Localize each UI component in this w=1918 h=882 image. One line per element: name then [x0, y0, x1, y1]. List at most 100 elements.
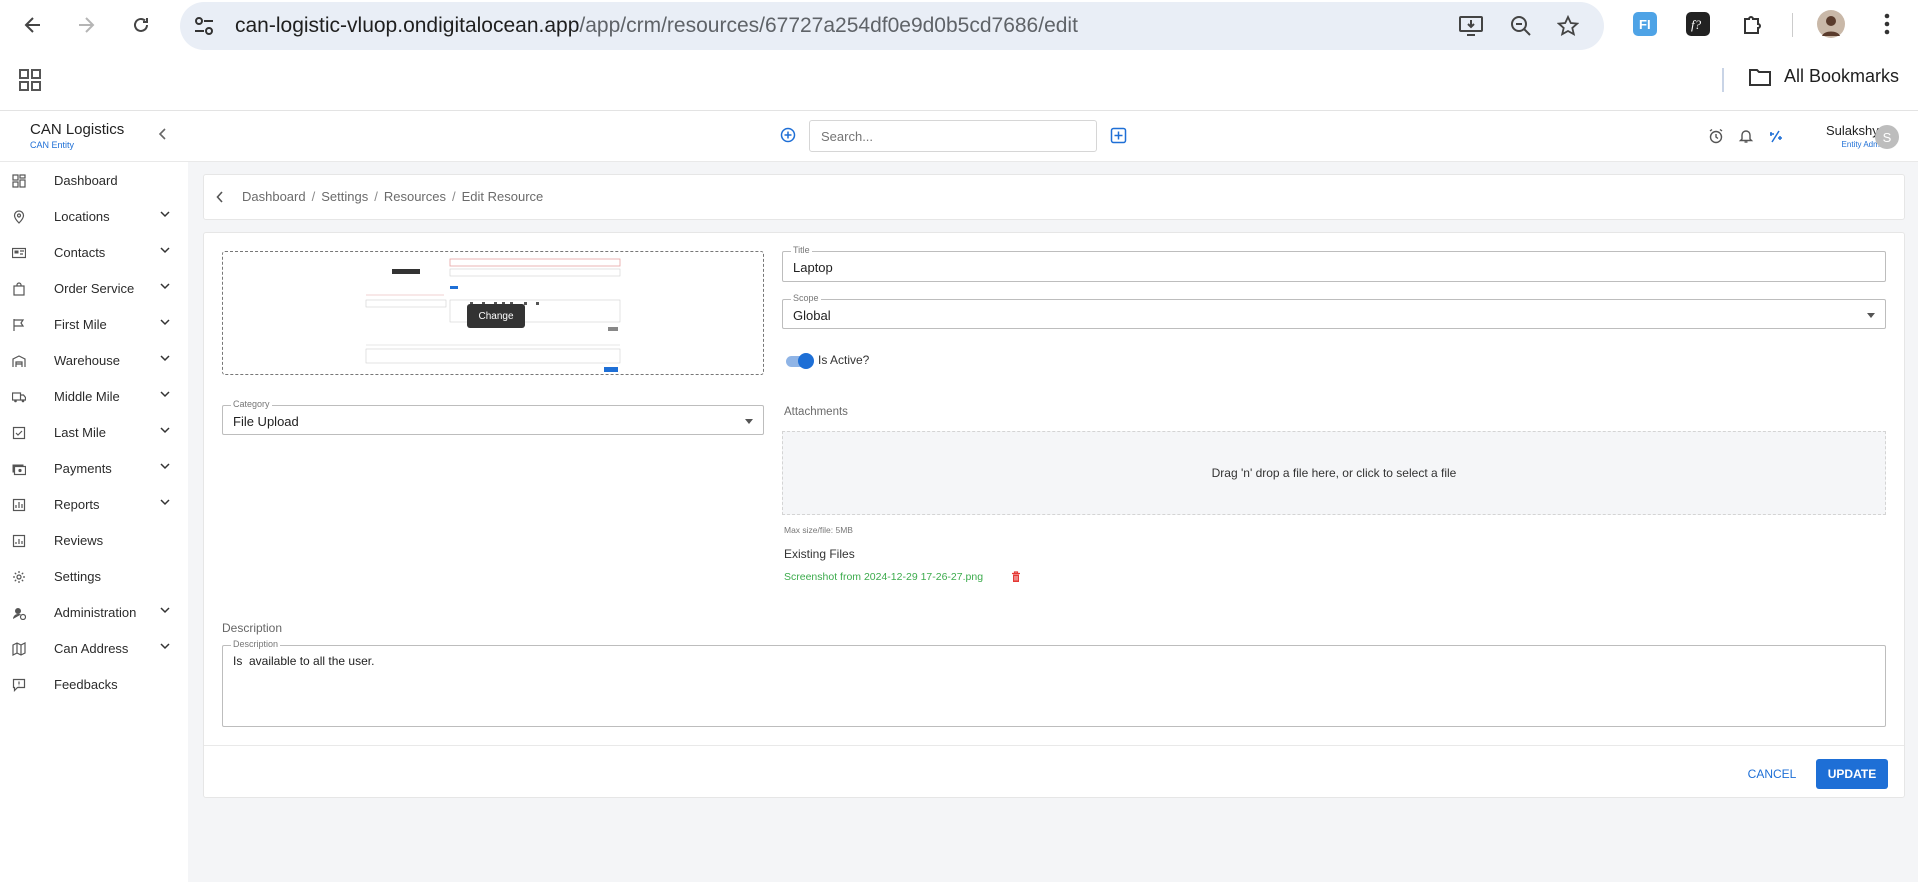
- apps-grid-icon[interactable]: [18, 68, 42, 97]
- feedback-icon: [12, 678, 26, 692]
- category-select[interactable]: Category File Upload: [222, 399, 764, 435]
- shopping-bag-icon: [13, 282, 25, 296]
- sidebar-item-middle-mile[interactable]: Middle Mile: [0, 378, 188, 414]
- checklist-icon: [12, 426, 26, 440]
- sidebar-item-dashboard[interactable]: Dashboard: [0, 162, 188, 198]
- sidebar-item-label: Locations: [54, 208, 110, 224]
- map-icon: [12, 642, 26, 656]
- scope-value: Global: [793, 308, 831, 323]
- payments-icon: [12, 464, 26, 476]
- forward-button[interactable]: [70, 10, 102, 40]
- edit-resource-form: Change Category File Upload Title Laptop…: [203, 232, 1905, 798]
- sidebar-item-last-mile[interactable]: Last Mile: [0, 414, 188, 450]
- delete-file-button[interactable]: [1011, 570, 1021, 588]
- scope-label: Scope: [791, 293, 821, 304]
- brand-name: CAN Logistics: [30, 121, 125, 138]
- image-upload-area[interactable]: Change: [222, 251, 764, 375]
- breadcrumb-resources[interactable]: Resources: [384, 189, 446, 204]
- caret-down-icon: [745, 419, 753, 424]
- description-textarea[interactable]: Description Is available to all the user…: [222, 639, 1886, 727]
- breadcrumb-separator: /: [311, 189, 316, 204]
- breadcrumb-settings[interactable]: Settings: [321, 189, 368, 204]
- alarm-clock-icon: [1709, 128, 1723, 144]
- title-value: Laptop: [793, 260, 833, 275]
- sidebar-item-warehouse[interactable]: Warehouse: [0, 342, 188, 378]
- existing-file-link[interactable]: Screenshot from 2024-12-29 17-26-27.png: [784, 571, 983, 583]
- cancel-button[interactable]: CANCEL: [1742, 759, 1802, 789]
- sidebar-item-label: Can Address: [54, 640, 129, 656]
- sidebar-item-label: Order Service: [54, 280, 135, 296]
- sidebar-item-order-service[interactable]: Order Service: [0, 270, 188, 306]
- sidebar-item-feedbacks[interactable]: Feedbacks: [0, 666, 188, 702]
- reload-button[interactable]: [125, 10, 157, 40]
- title-field[interactable]: Title Laptop: [782, 245, 1886, 282]
- collapse-sidebar-button[interactable]: [158, 127, 168, 143]
- alarm-button[interactable]: [1708, 128, 1724, 149]
- sidebar-item-label: Payments: [54, 460, 112, 476]
- sidebar-item-locations[interactable]: Locations: [0, 198, 188, 234]
- bookmark-star-icon[interactable]: [1555, 13, 1581, 39]
- title-label: Title: [791, 245, 812, 256]
- sidebar-item-label: Contacts: [54, 244, 106, 260]
- change-image-button[interactable]: Change: [467, 304, 525, 328]
- avatar[interactable]: S: [1875, 125, 1899, 149]
- sidebar: Dashboard Locations Contacts Order Servi…: [0, 162, 188, 882]
- chevron-down-icon: [160, 643, 170, 650]
- quick-create-button[interactable]: [780, 127, 796, 148]
- chevron-down-icon: [160, 607, 170, 614]
- toggle-knob: [798, 353, 814, 369]
- contact-card-icon: [12, 247, 26, 259]
- breadcrumb-dashboard[interactable]: Dashboard: [242, 189, 306, 204]
- description-label: Description: [231, 639, 281, 650]
- reports-icon: [12, 498, 26, 512]
- search-input[interactable]: [809, 120, 1097, 152]
- breadcrumb: Dashboard / Settings / Resources / Edit …: [242, 189, 543, 204]
- is-active-toggle[interactable]: [784, 353, 814, 369]
- theme-toggle-button[interactable]: [1767, 128, 1783, 149]
- sidebar-item-contacts[interactable]: Contacts: [0, 234, 188, 270]
- user-info[interactable]: Sulakshya Entity Admin: [1800, 123, 1886, 149]
- chevron-left-icon: [158, 128, 166, 140]
- gear-icon: [13, 571, 25, 583]
- profile-avatar-icon[interactable]: [1816, 9, 1846, 39]
- chevron-left-icon: [216, 191, 223, 203]
- sidebar-item-first-mile[interactable]: First Mile: [0, 306, 188, 342]
- browser-toolbar: can-logistic-vluop.ondigitalocean.app/ap…: [0, 0, 1918, 50]
- truck-icon: [12, 392, 26, 403]
- all-bookmarks-button[interactable]: All Bookmarks: [1748, 66, 1899, 87]
- browser-menu-icon[interactable]: [1872, 9, 1902, 39]
- chevron-down-icon: [160, 355, 170, 362]
- reload-icon: [134, 17, 148, 32]
- back-link[interactable]: [216, 190, 224, 208]
- location-pin-icon: [13, 210, 25, 224]
- sidebar-item-reports[interactable]: Reports: [0, 486, 188, 522]
- install-app-icon[interactable]: [1458, 13, 1484, 39]
- sidebar-item-payments[interactable]: Payments: [0, 450, 188, 486]
- plus-circle-icon: [780, 127, 796, 143]
- address-bar[interactable]: can-logistic-vluop.ondigitalocean.app/ap…: [180, 2, 1604, 50]
- description-value: Is available to all the user.: [233, 654, 375, 668]
- sidebar-item-label: Warehouse: [54, 352, 120, 368]
- warehouse-icon: [12, 355, 26, 367]
- update-button[interactable]: UPDATE: [1816, 759, 1888, 789]
- brand-subtitle: CAN Entity: [30, 140, 75, 150]
- scope-select[interactable]: Scope Global: [782, 293, 1886, 329]
- sidebar-item-administration[interactable]: Administration: [0, 594, 188, 630]
- site-settings-icon[interactable]: [192, 14, 216, 38]
- add-item-button[interactable]: [1110, 127, 1127, 149]
- extensions-puzzle-icon[interactable]: [1738, 9, 1768, 39]
- toolbar-divider: [1792, 13, 1793, 37]
- back-button[interactable]: [17, 10, 49, 40]
- sidebar-item-label: Last Mile: [54, 424, 107, 440]
- sidebar-item-can-address[interactable]: Can Address: [0, 630, 188, 666]
- existing-files-label: Existing Files: [784, 547, 855, 561]
- extension-fi-icon[interactable]: FI: [1630, 9, 1660, 39]
- sidebar-item-reviews[interactable]: Reviews: [0, 522, 188, 558]
- chevron-down-icon: [160, 319, 170, 326]
- attachments-label: Attachments: [784, 406, 848, 418]
- file-dropzone[interactable]: Drag 'n' drop a file here, or click to s…: [782, 431, 1886, 515]
- zoom-icon[interactable]: [1508, 13, 1534, 39]
- extension-formula-icon[interactable]: f?: [1683, 9, 1713, 39]
- notifications-button[interactable]: [1738, 128, 1754, 149]
- sidebar-item-settings[interactable]: Settings: [0, 558, 188, 594]
